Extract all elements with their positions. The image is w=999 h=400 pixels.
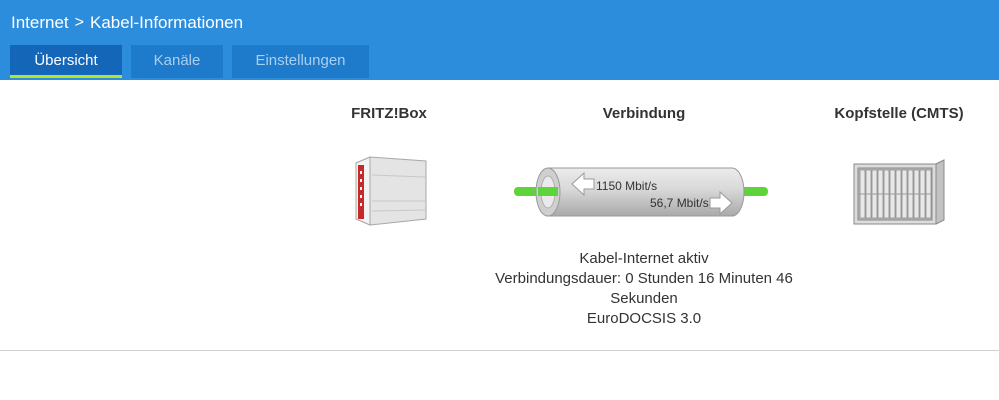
connection-title: Verbindung (602, 105, 686, 122)
tab-bar: Übersicht Kanäle Einstellungen (10, 45, 378, 78)
fritzbox-title: FRITZ!Box (351, 105, 427, 122)
arrow-left-icon (571, 171, 595, 197)
server-rack-icon (853, 159, 945, 225)
breadcrumb: Internet > Kabel-Informationen (11, 11, 243, 35)
upstream-speed: 56,7 Mbit/s (650, 196, 709, 210)
breadcrumb-separator: > (74, 14, 84, 31)
breadcrumb-internet[interactable]: Internet (11, 13, 69, 33)
status-duration-unit: Sekunden (610, 290, 678, 307)
breadcrumb-current: Kabel-Informationen (90, 13, 244, 32)
connection-status: Kabel-Internet aktiv Verbindungsdauer: 0… (494, 249, 794, 329)
divider (0, 350, 999, 351)
tab-uebersicht[interactable]: Übersicht (10, 45, 122, 78)
tab-kanaele[interactable]: Kanäle (131, 45, 223, 78)
page-header: Internet > Kabel-Informationen Übersicht… (0, 0, 999, 80)
downstream-speed: 1150 Mbit/s (596, 179, 658, 193)
status-duration-text: Verbindungsdauer: 0 Stunden 16 Minuten 4… (495, 270, 793, 287)
arrow-right-icon (709, 190, 733, 216)
router-device-icon (355, 156, 427, 226)
status-docsis-version: EuroDOCSIS 3.0 (586, 310, 702, 327)
cmts-title: Kopfstelle (CMTS) (834, 105, 964, 122)
status-active-text: Kabel-Internet aktiv (579, 250, 709, 267)
tab-einstellungen[interactable]: Einstellungen (232, 45, 369, 78)
